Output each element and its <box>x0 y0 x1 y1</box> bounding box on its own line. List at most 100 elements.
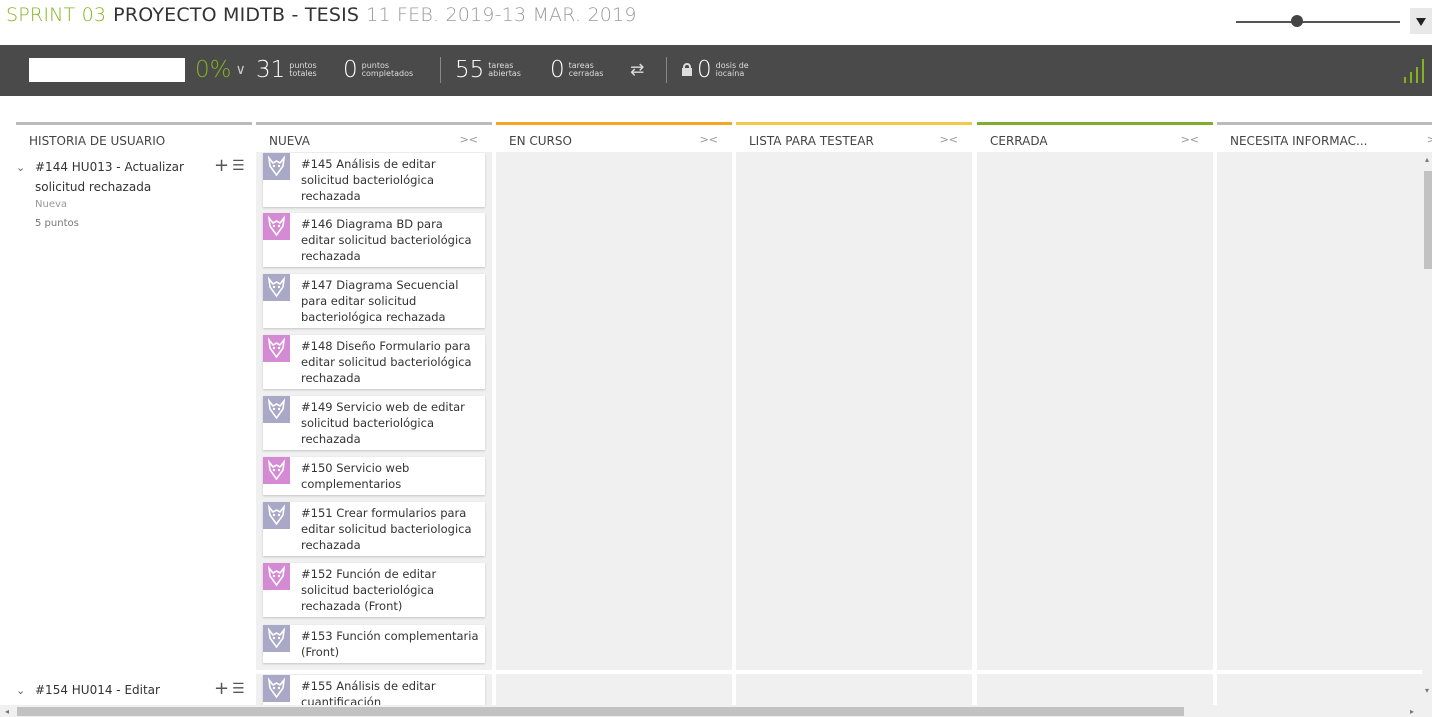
user-story-row[interactable]: ⌄ #154 HU014 - Editar + ☰ <box>16 678 252 704</box>
add-task-icon[interactable]: + <box>214 155 229 176</box>
task-card-title[interactable]: #150 Servicio web complementarios <box>301 460 479 492</box>
search-input[interactable] <box>29 58 185 82</box>
task-card-title[interactable]: #149 Servicio web de editar solicitud ba… <box>301 399 479 447</box>
chevron-down-icon[interactable]: ∨ <box>236 62 246 78</box>
task-card-title[interactable]: #146 Diagrama BD para editar solicitud b… <box>301 216 479 264</box>
user-story-points: 5 puntos <box>35 218 79 229</box>
task-card[interactable]: #148 Diseño Formulario para editar solic… <box>263 335 485 389</box>
task-card-title[interactable]: #155 Análisis de editar cuantificación <box>301 678 479 705</box>
divider <box>666 57 667 83</box>
column-body-ready-test <box>736 674 972 705</box>
sprint-stats-bar: 0% ∨ 31 puntos totales 0 puntos completa… <box>0 45 1432 96</box>
task-card[interactable]: #149 Servicio web de editar solicitud ba… <box>263 396 485 450</box>
closed-tasks-stat: 0 tareas cerradas <box>550 55 613 85</box>
column-header-ready-test: LISTA PARA TESTEAR >< <box>736 122 972 152</box>
column-body-closed <box>977 674 1213 705</box>
user-story-title[interactable]: #144 HU013 - Actualizar solicitud rechaz… <box>35 157 195 197</box>
closed-tasks-label: tareas cerradas <box>568 61 604 78</box>
assignee-avatar-icon[interactable] <box>263 563 290 590</box>
column-body-in-progress <box>496 152 732 670</box>
task-card-title[interactable]: #153 Función complementaria (Front) <box>301 628 479 660</box>
column-title: LISTA PARA TESTEAR <box>749 134 874 148</box>
assignee-avatar-icon[interactable] <box>263 675 290 702</box>
task-card[interactable]: #155 Análisis de editar cuantificación <box>263 675 485 705</box>
sprint-name: SPRINT 03 <box>6 4 107 26</box>
assignee-avatar-icon[interactable] <box>263 153 290 180</box>
column-header-new: NUEVA >< <box>256 122 492 152</box>
fold-column-icon[interactable]: > <box>1427 133 1432 146</box>
assignee-avatar-icon[interactable] <box>263 625 290 652</box>
iocaine-stat: 0 dosis de iocaína <box>697 55 750 85</box>
scroll-right-icon[interactable]: ▸ <box>1410 707 1414 716</box>
closed-tasks-value: 0 <box>550 57 565 83</box>
user-story-row[interactable]: ⌄ #144 HU013 - Actualizar solicitud rech… <box>16 155 252 237</box>
completed-points-label: puntos completados <box>361 61 414 78</box>
collapse-icon[interactable]: ⌄ <box>16 161 25 174</box>
scroll-up-icon[interactable]: ▴ <box>1425 155 1429 164</box>
column-header-in-progress: EN CURSO >< <box>496 122 732 152</box>
open-tasks-value: 55 <box>455 57 485 83</box>
add-task-icon[interactable]: + <box>214 678 229 699</box>
user-story-title[interactable]: #154 HU014 - Editar <box>35 680 195 700</box>
completion-stat: 0% ∨ <box>195 55 246 85</box>
task-card[interactable]: #152 Función de editar solicitud bacteri… <box>263 563 485 617</box>
user-story-status[interactable]: Nueva <box>35 199 67 210</box>
filter-icon[interactable] <box>1410 8 1432 34</box>
task-card[interactable]: #147 Diagrama Secuencial para editar sol… <box>263 274 485 328</box>
completion-percent: 0% <box>195 57 232 83</box>
column-header-closed: CERRADA >< <box>977 122 1213 152</box>
task-card-title[interactable]: #151 Crear formularios para editar solic… <box>301 505 479 553</box>
column-body-needs-info <box>1217 674 1422 705</box>
divider <box>440 57 441 83</box>
total-points-stat: 31 puntos totales <box>256 55 325 85</box>
collapse-icon[interactable]: ⌄ <box>16 684 25 697</box>
assignee-avatar-icon[interactable] <box>263 396 290 423</box>
task-card-title[interactable]: #147 Diagrama Secuencial para editar sol… <box>301 277 479 325</box>
column-title: CERRADA <box>990 134 1048 148</box>
fold-column-icon[interactable]: >< <box>1181 133 1199 146</box>
column-header-needs-info: NECESITA INFORMAC... > <box>1217 122 1432 152</box>
assignee-avatar-icon[interactable] <box>263 274 290 301</box>
zoom-slider-knob[interactable] <box>1290 15 1303 27</box>
task-card[interactable]: #146 Diagrama BD para editar solicitud b… <box>263 213 485 267</box>
assignee-avatar-icon[interactable] <box>263 213 290 240</box>
project-name[interactable]: PROYECTO MIDTB - TESIS <box>113 4 359 26</box>
iocaine-label: dosis de iocaína <box>715 61 749 78</box>
task-card-title[interactable]: #145 Análisis de editar solicitud bacter… <box>301 156 479 204</box>
bulk-add-list-icon[interactable]: ☰ <box>232 158 245 174</box>
column-title: NUEVA <box>269 134 310 148</box>
column-body-closed <box>977 152 1213 670</box>
assignee-avatar-icon[interactable] <box>263 457 290 484</box>
vertical-scrollbar-thumb[interactable] <box>1424 171 1432 269</box>
horizontal-scrollbar-thumb[interactable] <box>17 707 1184 716</box>
task-card-title[interactable]: #148 Diseño Formulario para editar solic… <box>301 338 479 386</box>
zoom-slider[interactable] <box>1236 15 1400 27</box>
assignee-avatar-icon[interactable] <box>263 502 290 529</box>
column-title: EN CURSO <box>509 134 572 148</box>
bulk-add-list-icon[interactable]: ☰ <box>232 681 245 697</box>
sprint-dates: 11 FEB. 2019-13 MAR. 2019 <box>366 4 637 26</box>
task-card-title[interactable]: #152 Función de editar solicitud bacteri… <box>301 566 479 614</box>
scroll-left-icon[interactable]: ◂ <box>5 707 9 716</box>
total-points-label: puntos totales <box>289 61 317 78</box>
iocaine-value: 0 <box>697 57 712 83</box>
total-points-value: 31 <box>256 57 286 83</box>
column-body-needs-info <box>1217 152 1422 670</box>
fold-column-icon[interactable]: >< <box>460 133 478 146</box>
fold-column-icon[interactable]: >< <box>940 133 958 146</box>
column-title: HISTORIA DE USUARIO <box>29 134 166 148</box>
burndown-graph-icon[interactable] <box>1402 59 1428 83</box>
task-card[interactable]: #145 Análisis de editar solicitud bacter… <box>263 153 485 207</box>
task-card[interactable]: #153 Función complementaria (Front) <box>263 625 485 663</box>
fold-column-icon[interactable]: >< <box>700 133 718 146</box>
column-header-story: HISTORIA DE USUARIO <box>16 122 252 152</box>
open-tasks-label: tareas abiertas <box>488 61 521 78</box>
scroll-down-icon[interactable]: ▾ <box>1425 686 1429 695</box>
swap-arrows-icon[interactable]: ⇄ <box>630 62 644 79</box>
assignee-avatar-icon[interactable] <box>263 335 290 362</box>
open-tasks-stat: 55 tareas abiertas <box>455 55 532 85</box>
sprint-title: SPRINT 03 PROYECTO MIDTB - TESIS 11 FEB.… <box>6 4 637 34</box>
task-card[interactable]: #150 Servicio web complementarios <box>263 457 485 495</box>
column-body-in-progress <box>496 674 732 705</box>
task-card[interactable]: #151 Crear formularios para editar solic… <box>263 502 485 556</box>
